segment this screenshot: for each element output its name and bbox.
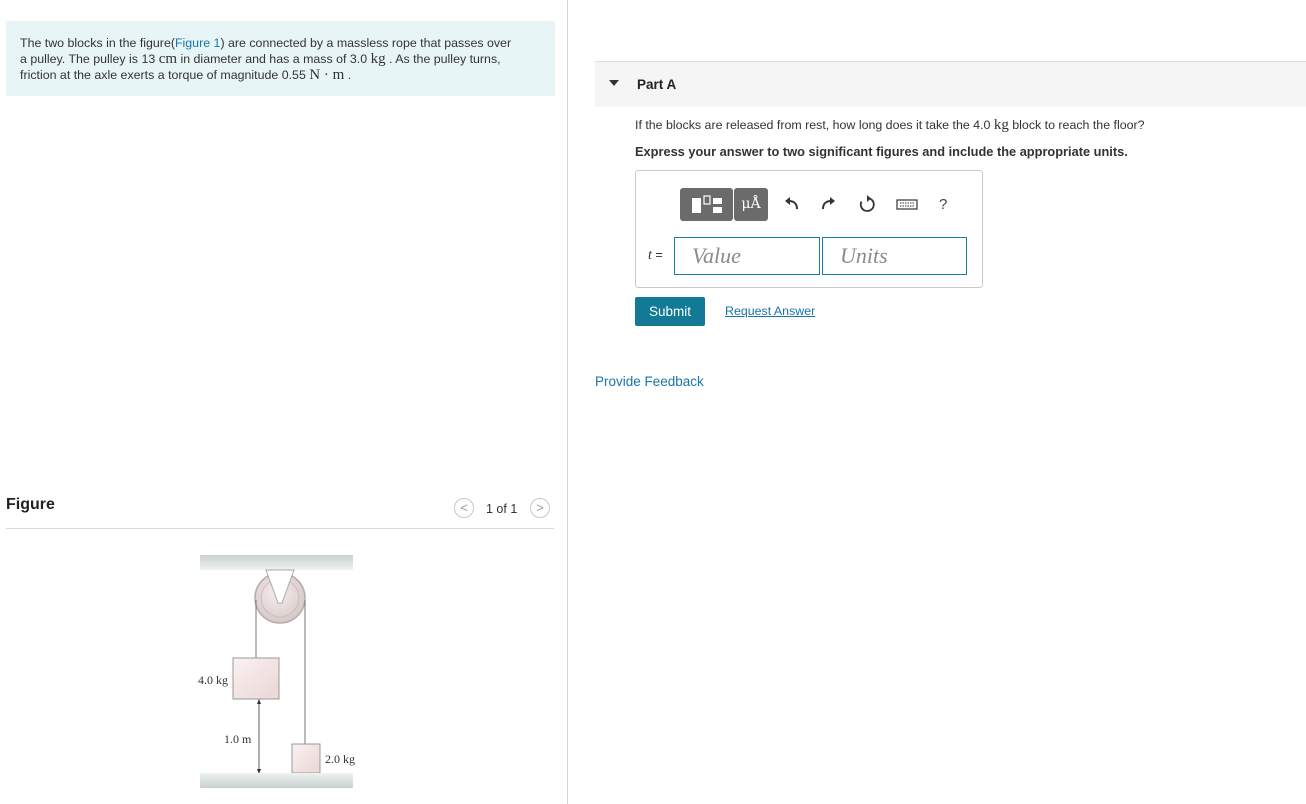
reset-icon[interactable] <box>858 195 876 213</box>
problem-text: in diameter and has a mass of 3.0 <box>177 52 371 66</box>
templates-button[interactable] <box>680 188 733 221</box>
block-lower <box>291 743 321 774</box>
figure-page-count: 1 of 1 <box>486 502 518 516</box>
figure-header: Figure < 1 of 1 > <box>6 494 554 529</box>
problem-text: The two blocks in the figure( <box>20 36 175 50</box>
problem-text: a pulley. The pulley is 13 <box>20 52 159 66</box>
submit-button[interactable]: Submit <box>635 297 705 326</box>
problem-text: ) are connected by a massless rope that … <box>220 36 512 50</box>
variable-label: t = <box>648 248 663 264</box>
block-upper-label: 4.0 kg <box>198 673 228 687</box>
part-a-header[interactable]: Part A <box>595 61 1306 107</box>
keyboard-icon[interactable] <box>896 195 918 213</box>
problem-statement: The two blocks in the figure(Figure 1) a… <box>6 21 555 96</box>
provide-feedback-link[interactable]: Provide Feedback <box>595 374 704 389</box>
request-answer-link[interactable]: Request Answer <box>725 304 815 318</box>
redo-icon[interactable] <box>819 195 837 213</box>
next-figure-button[interactable]: > <box>530 498 550 518</box>
floor <box>200 773 353 788</box>
problem-text: . <box>344 68 352 82</box>
answer-instruction: Express your answer to two significant f… <box>635 144 1128 159</box>
equals-sign: = <box>651 248 663 262</box>
height-label: 1.0 m <box>224 732 252 746</box>
block-lower-label: 2.0 kg <box>325 752 355 766</box>
figure-title: Figure <box>6 496 55 513</box>
pulley-figure: 4.0 kg 1.0 m 2.0 kg <box>198 555 355 788</box>
undo-icon[interactable] <box>783 195 801 213</box>
help-button[interactable]: ? <box>939 196 947 213</box>
unit-torque: N · m <box>309 67 345 83</box>
units-button[interactable]: μÅ <box>734 188 768 221</box>
column-divider[interactable] <box>567 0 568 804</box>
part-a-question: If the blocks are released from rest, ho… <box>635 117 1145 134</box>
templates-icon <box>692 195 722 213</box>
question-text: If the blocks are released from rest, ho… <box>635 118 994 132</box>
unit-cm: cm <box>158 51 178 67</box>
problem-text: friction at the axle exerts a torque of … <box>20 68 310 82</box>
previous-figure-button[interactable]: < <box>454 498 474 518</box>
figure-link[interactable]: Figure 1 <box>175 36 220 50</box>
value-input[interactable]: Value <box>674 237 820 275</box>
unit-kg: kg <box>370 51 386 67</box>
block-upper <box>232 657 280 700</box>
part-a-title: Part A <box>637 77 677 92</box>
collapse-caret-icon[interactable] <box>609 80 619 86</box>
answer-box: μÅ ? t = Value Units <box>635 170 983 288</box>
units-input[interactable]: Units <box>822 237 967 275</box>
question-unit: kg <box>993 117 1009 133</box>
ceiling <box>200 555 353 570</box>
problem-text: . As the pulley turns, <box>385 52 501 66</box>
question-text: block to reach the floor? <box>1008 118 1145 132</box>
